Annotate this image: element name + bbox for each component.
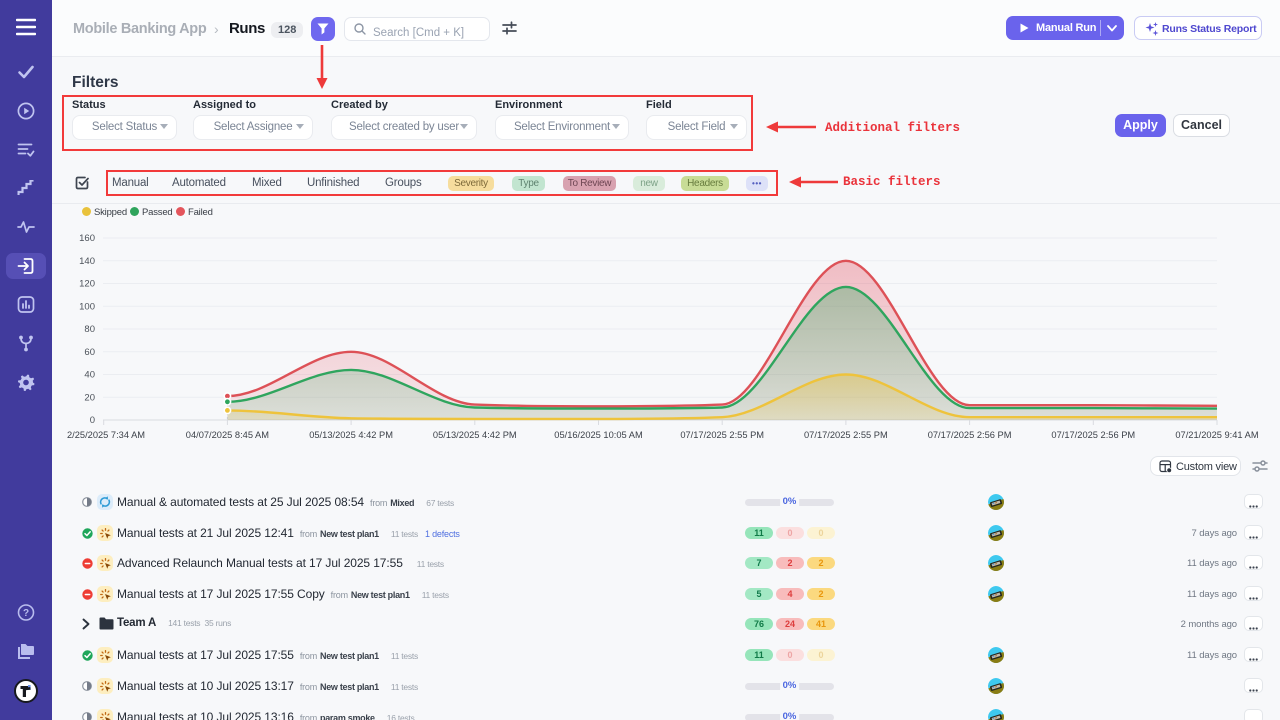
svg-text:80: 80	[84, 324, 95, 335]
svg-text:07/17/2025 2:55 PM: 07/17/2025 2:55 PM	[804, 430, 888, 440]
svg-text:07/17/2025 2:55 PM: 07/17/2025 2:55 PM	[680, 430, 764, 440]
svg-text:120: 120	[79, 279, 95, 290]
svg-text:20: 20	[84, 392, 95, 403]
svg-text:04/07/2025 8:45 AM: 04/07/2025 8:45 AM	[186, 430, 269, 440]
svg-text:?: ?	[23, 608, 29, 619]
svg-text:07/17/2025 2:56 PM: 07/17/2025 2:56 PM	[928, 430, 1012, 440]
svg-text:05/13/2025 4:42 PM: 05/13/2025 4:42 PM	[309, 430, 393, 440]
svg-text:100: 100	[79, 301, 95, 312]
svg-text:60: 60	[84, 347, 95, 358]
svg-text:0: 0	[90, 415, 95, 426]
svg-text:05/13/2025 4:42 PM: 05/13/2025 4:42 PM	[433, 430, 517, 440]
svg-text:05/16/2025 10:05 AM: 05/16/2025 10:05 AM	[554, 430, 642, 440]
svg-text:140: 140	[79, 256, 95, 267]
svg-text:07/21/2025 9:41 AM: 07/21/2025 9:41 AM	[1175, 430, 1258, 440]
svg-text:07/17/2025 2:56 PM: 07/17/2025 2:56 PM	[1051, 430, 1135, 440]
svg-text:40: 40	[84, 370, 95, 381]
svg-text:2/25/2025 7:34 AM: 2/25/2025 7:34 AM	[67, 430, 145, 440]
svg-text:160: 160	[79, 233, 95, 244]
